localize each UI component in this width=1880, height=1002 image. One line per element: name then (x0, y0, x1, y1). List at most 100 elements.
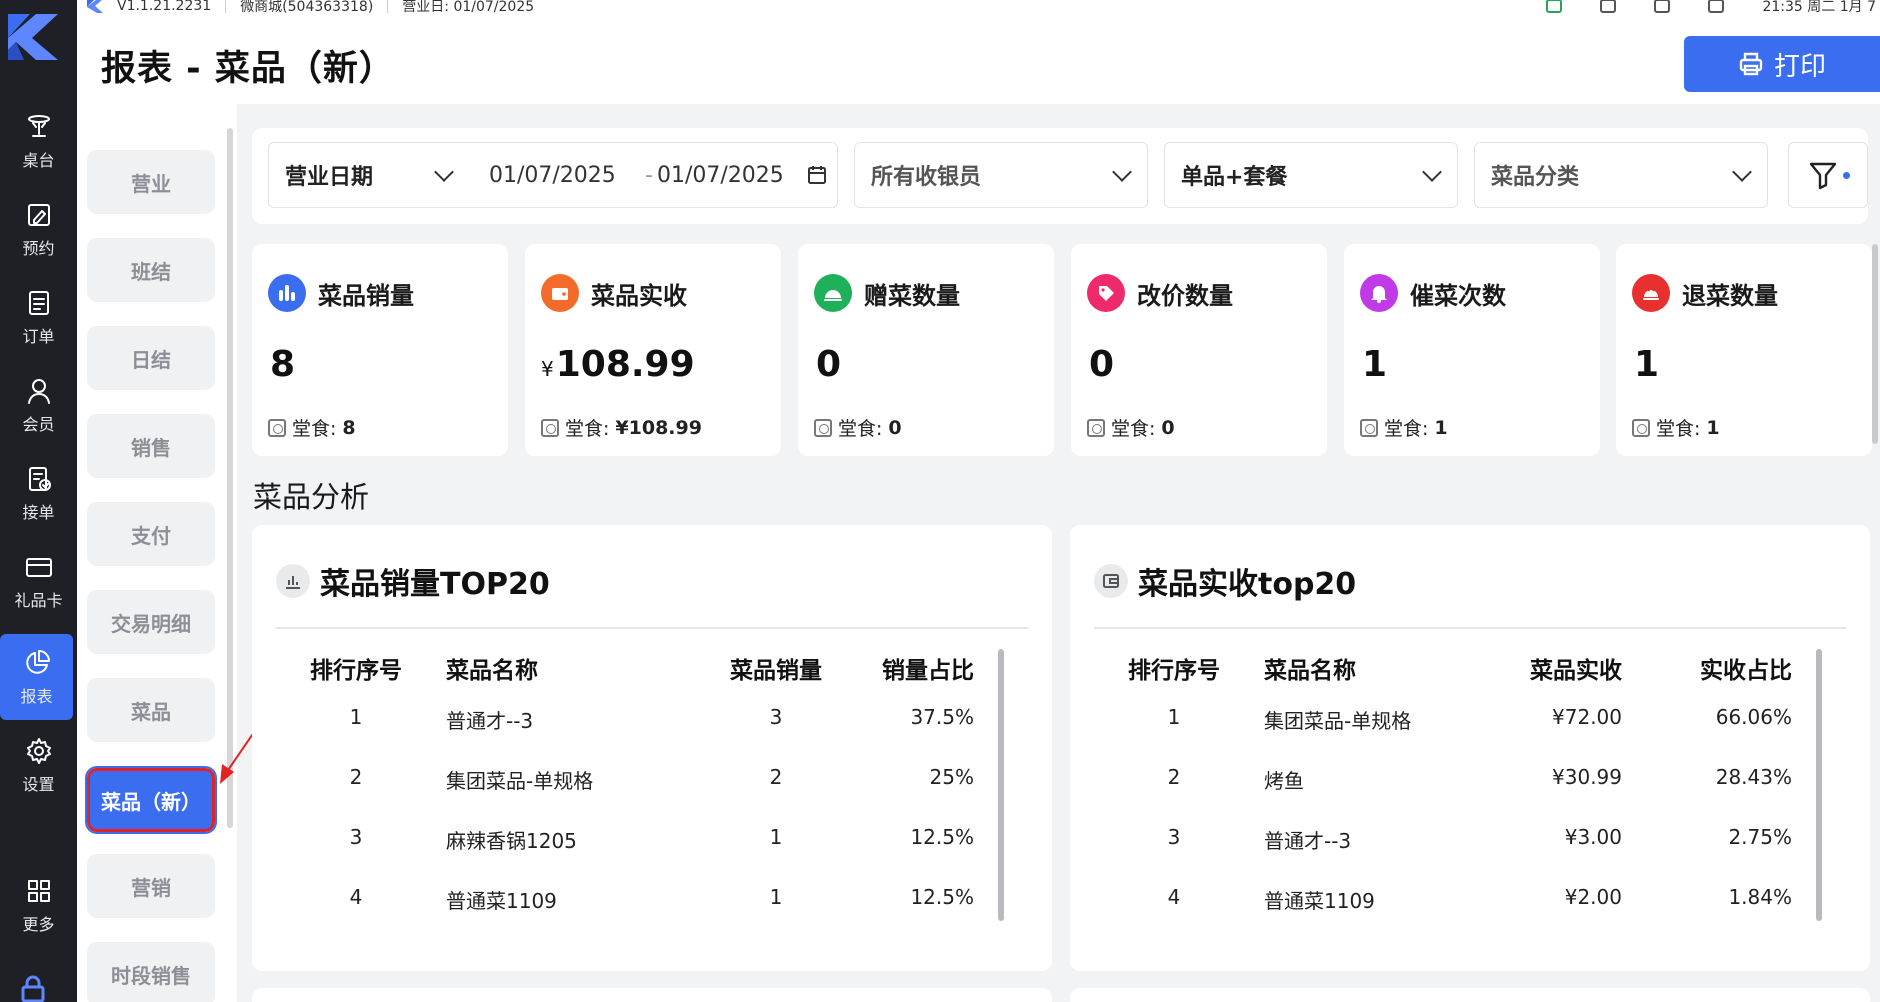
business-day: 营业日: 01/07/2025 (402, 0, 535, 14)
column-header[interactable]: 菜品名称 (1264, 651, 1356, 685)
column-header[interactable]: 排行序号 (1094, 651, 1254, 685)
rail-item-accept-orders[interactable]: 接单 (0, 450, 77, 536)
cashbox-icon[interactable] (1546, 0, 1563, 13)
column-header[interactable]: 销量占比 (882, 651, 974, 685)
dine-in-icon (814, 418, 832, 437)
category-transactions[interactable]: 交易明细 (87, 590, 215, 654)
item-type-value: 单品+套餐 (1181, 165, 1288, 190)
date-type-select[interactable]: 营业日期 (285, 159, 373, 191)
stat-card-title: 菜品销量 (318, 281, 414, 310)
lock-icon[interactable] (18, 974, 48, 1002)
date-separator: - (645, 162, 653, 188)
table-lamp-icon (27, 114, 50, 137)
rail-item-settings[interactable]: 设置 (0, 722, 77, 808)
stat-card-dine-in: 堂食: 1 (1360, 414, 1448, 441)
return-dish-icon (1632, 274, 1670, 312)
stat-card-value: 1 (1634, 344, 1660, 385)
stat-card-value: 0 (1089, 344, 1115, 385)
rail-item-members[interactable]: 会员 (0, 362, 77, 448)
table-header: 排行序号 菜品名称 菜品销量 销量占比 (276, 651, 998, 697)
table-row[interactable]: 3 麻辣香锅1205 1 12.5% (276, 817, 998, 877)
stat-card-dine-in: 堂食: 0 (1087, 414, 1175, 441)
table-row[interactable]: 1 集团菜品-单规格 ¥72.00 66.06% (1094, 697, 1816, 757)
category-daily[interactable]: 日结 (87, 326, 215, 390)
wallet-icon (1094, 564, 1128, 598)
database-icon[interactable] (1600, 0, 1617, 13)
sales-top20-table: 排行序号 菜品名称 菜品销量 销量占比 1 普通才--3 3 37.5% 2 集团菜品-… (276, 651, 998, 937)
rail-item-label: 礼品卡 (14, 590, 63, 610)
table-scrollbar[interactable] (998, 649, 1004, 921)
column-header[interactable]: 菜品销量 (706, 651, 846, 685)
rail-item-label: 更多 (22, 914, 55, 934)
column-header[interactable]: 菜品实收 (1530, 651, 1622, 685)
dine-in-icon (1087, 418, 1105, 437)
calendar-icon[interactable] (807, 165, 827, 185)
printer-icon (1739, 52, 1763, 76)
item-type-select[interactable]: 单品+套餐 (1164, 142, 1458, 208)
report-category-list: 营业 班结 日结 销售 支付 交易明细 菜品 菜品（新） 营销 时段销售 (77, 104, 237, 1002)
stat-card-dish-revenue: 菜品实收 ¥108.99 堂食: ¥108.99 (525, 244, 781, 456)
filter-bar: 营业日期 01/07/2025 - 01/07/2025 所有收银员 单品+套餐… (252, 128, 1868, 224)
table-row[interactable]: 1 普通才--3 3 37.5% (276, 697, 998, 757)
app-mini-logo-icon (87, 0, 103, 13)
date-to[interactable]: 01/07/2025 (657, 163, 784, 188)
gear-icon (26, 737, 51, 764)
rail-item-label: 订单 (22, 326, 55, 346)
column-header[interactable]: 排行序号 (276, 651, 436, 685)
bar-chart-icon (268, 274, 306, 312)
dine-in-icon (268, 418, 286, 437)
stat-card-title: 赠菜数量 (864, 281, 960, 310)
clock: 21:35 周二 1月 7 (1762, 0, 1876, 14)
stat-card-returned-dishes: 退菜数量 1 堂食: 1 (1616, 244, 1872, 456)
filter-funnel-icon (1809, 162, 1836, 190)
print-button[interactable]: 打印 (1684, 36, 1880, 92)
category-payment[interactable]: 支付 (87, 502, 215, 566)
rail-item-gift-card[interactable]: 礼品卡 (0, 538, 77, 624)
rail-item-label: 设置 (22, 774, 55, 794)
rail-item-orders[interactable]: 订单 (0, 274, 77, 360)
price-tag-icon (1087, 274, 1125, 312)
table-row[interactable]: 3 普通才--3 ¥3.00 2.75% (1094, 817, 1816, 877)
cashier-value: 所有收银员 (871, 165, 982, 190)
calendar-edit-icon (27, 203, 50, 226)
rail-item-more[interactable]: 更多 (0, 862, 77, 948)
category-time-sales[interactable]: 时段销售 (87, 942, 215, 1002)
stat-card-dish-sales: 菜品销量 8 堂食: 8 (252, 244, 508, 456)
category-business[interactable]: 营业 (87, 150, 215, 214)
page-scrollbar[interactable] (1872, 244, 1878, 444)
next-panel-edge (1070, 988, 1870, 1002)
category-sales[interactable]: 销售 (87, 414, 215, 478)
column-header[interactable]: 实收占比 (1700, 651, 1792, 685)
category-shift[interactable]: 班结 (87, 238, 215, 302)
cashier-select[interactable]: 所有收银员 (854, 142, 1148, 208)
stat-card-value: 8 (270, 344, 296, 385)
table-row[interactable]: 2 烤鱼 ¥30.99 28.43% (1094, 757, 1816, 817)
rail-item-reports[interactable]: 报表 (0, 634, 73, 720)
table-row[interactable]: 2 集团菜品-单规格 2 25% (276, 757, 998, 817)
category-marketing[interactable]: 营销 (87, 854, 215, 918)
category-dishes[interactable]: 菜品 (87, 678, 215, 742)
rail-item-label: 会员 (22, 414, 55, 434)
date-from[interactable]: 01/07/2025 (489, 163, 616, 188)
stat-card-dine-in: 堂食: 0 (814, 414, 902, 441)
rail-item-tables[interactable]: 桌台 (0, 98, 77, 184)
advanced-filter-button[interactable] (1788, 142, 1868, 208)
status-bar: V1.1.21.2231 微商城(504363318) 营业日: 01/07/2… (77, 0, 1880, 14)
revenue-top20-panel: 菜品实收top20 排行序号 菜品名称 菜品实收 实收占比 1 集团菜品-单规格 ¥… (1070, 525, 1870, 971)
dish-category-select[interactable]: 菜品分类 (1474, 142, 1768, 208)
table-row[interactable]: 4 普通菜1109 1 12.5% (276, 877, 998, 937)
store-name: 微商城(504363318) (240, 0, 374, 14)
panel-title: 菜品实收top20 (1138, 567, 1357, 602)
column-header[interactable]: 菜品名称 (446, 651, 538, 685)
wallet-icon (541, 274, 579, 312)
dish-category-value: 菜品分类 (1491, 165, 1580, 190)
stat-card-value: ¥108.99 (541, 344, 695, 385)
category-dishes-new[interactable]: 菜品（新） (85, 766, 217, 834)
table-header: 排行序号 菜品名称 菜品实收 实收占比 (1094, 651, 1816, 697)
cloud-icon (1708, 0, 1725, 13)
rail-item-reservation[interactable]: 预约 (0, 186, 77, 272)
table-scrollbar[interactable] (1816, 649, 1822, 921)
table-row[interactable]: 4 普通菜1109 ¥2.00 1.84% (1094, 877, 1816, 937)
date-range-filter[interactable]: 营业日期 01/07/2025 - 01/07/2025 (268, 142, 838, 208)
page-title: 报表 - 菜品（新） (101, 49, 395, 89)
